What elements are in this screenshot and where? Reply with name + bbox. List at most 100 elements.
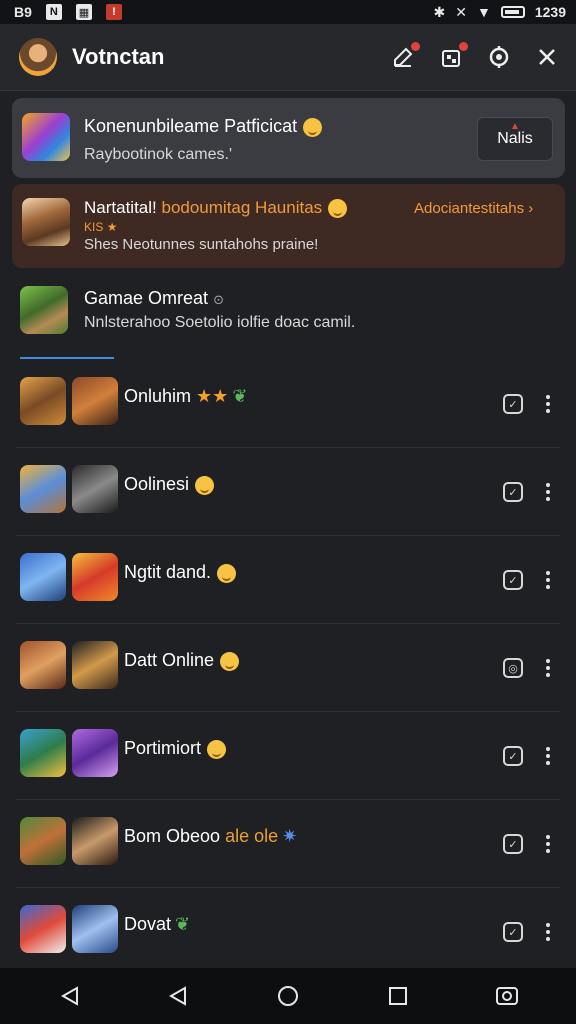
game-thumbnail — [20, 465, 66, 513]
select-checkbox[interactable]: ✓ — [503, 746, 523, 766]
camera-icon — [496, 987, 518, 1005]
list-item-title: Oolinesi — [124, 474, 190, 494]
list-item[interactable]: Datt Online ◎ — [0, 624, 576, 712]
card-link-label: Adociantestitahs — [414, 200, 525, 217]
card-subtitle: Shes Neotunnes suntahohs praine! — [84, 236, 319, 253]
game-thumbnail — [72, 641, 118, 689]
list-item-extra: ale ole — [225, 826, 279, 846]
card-highlight: bodoumitag Haunitas — [161, 198, 323, 217]
list-item[interactable]: Ngtit dand. ✓ — [0, 536, 576, 624]
picture-icon: ▦ — [75, 4, 92, 20]
select-checkbox[interactable]: ◎ — [503, 658, 523, 678]
close-button[interactable] — [534, 44, 560, 70]
game-thumbnail — [20, 286, 68, 334]
back-button[interactable] — [58, 984, 82, 1008]
nalis-button-label: Nalis — [497, 130, 533, 147]
leaf-icon: ❦ — [175, 914, 191, 934]
smile-emoji-icon — [220, 651, 240, 671]
back-alt-button[interactable] — [166, 984, 190, 1008]
game-thumbnail — [20, 905, 66, 953]
star-icon: ★★ — [196, 386, 229, 406]
home-icon — [278, 986, 298, 1006]
featured-subtitle: Nnlsterahoo Soetolio iolfie doac camil. — [84, 314, 356, 331]
featured-title: Gamae Omreat — [84, 288, 209, 308]
list-item-title: Datt Online — [124, 650, 215, 670]
card-tag: KIS — [84, 220, 104, 234]
select-checkbox[interactable]: ✓ — [503, 834, 523, 854]
card-subtitle: Raybootinok cames.' — [84, 146, 233, 163]
promo-card[interactable]: Konenunbileame Patficicat Raybootinok ca… — [12, 98, 565, 178]
game-thumbnail — [72, 553, 118, 601]
avatar[interactable] — [19, 38, 57, 76]
more-options-icon[interactable] — [540, 742, 556, 770]
notification-dot — [411, 42, 420, 51]
list-item-title: Dovat — [124, 914, 172, 934]
event-card[interactable]: Nartatital! bodoumitag Haunitas Adociant… — [12, 184, 565, 268]
featured-row[interactable]: Gamae Omreat ⊙ Nnlsterahoo Soetolio iolf… — [0, 276, 576, 356]
store-button[interactable] — [438, 42, 468, 70]
select-checkbox[interactable]: ✓ — [503, 570, 523, 590]
select-checkbox[interactable]: ✓ — [503, 482, 523, 502]
location-button[interactable] — [486, 44, 512, 70]
leaf-icon: ❦ — [232, 386, 248, 406]
game-thumbnail — [72, 465, 118, 513]
game-thumbnail — [20, 729, 66, 777]
smile-emoji-icon — [217, 563, 237, 583]
badge-icon: ▲ — [510, 121, 520, 132]
more-options-icon[interactable] — [540, 918, 556, 946]
list-item[interactable]: Onluhim ★★ ❦ ✓ — [0, 360, 576, 448]
mute-icon: ✕ — [455, 3, 467, 20]
screenshot-button[interactable] — [495, 984, 519, 1008]
page-title: Votnctan — [72, 44, 165, 69]
nalis-button[interactable]: ▲ Nalis — [477, 117, 553, 161]
game-thumbnail — [20, 817, 66, 865]
alert-icon: ! — [105, 4, 122, 20]
status-bar: B9 N ▦ ! ✱ ✕ ▼ 1239 — [0, 0, 576, 24]
battery-icon — [500, 6, 525, 18]
list-item[interactable]: Bom Obeoo ale ole ✷ ✓ — [0, 800, 576, 888]
select-checkbox[interactable]: ✓ — [503, 922, 523, 942]
smile-emoji-icon — [207, 739, 227, 759]
card-link[interactable]: Adociantestitahs › — [414, 200, 533, 217]
list-item-title: Portimiort — [124, 738, 202, 758]
game-thumbnail — [72, 817, 118, 865]
star-icon: ✷ — [282, 826, 298, 846]
game-thumbnail — [20, 553, 66, 601]
list-item[interactable]: Portimiort ✓ — [0, 712, 576, 800]
app-bar: Votnctan — [0, 24, 576, 91]
select-checkbox[interactable]: ✓ — [503, 394, 523, 414]
smile-emoji-icon — [303, 117, 323, 137]
more-options-icon[interactable] — [540, 654, 556, 682]
smile-emoji-icon — [195, 475, 215, 495]
active-tab-indicator — [20, 357, 114, 359]
card-title: Konenunbileame Patficicat — [84, 116, 298, 136]
n-icon: N — [45, 4, 62, 20]
game-thumbnail — [72, 729, 118, 777]
more-options-icon[interactable] — [540, 830, 556, 858]
close-icon — [539, 49, 555, 65]
game-thumbnail — [20, 641, 66, 689]
info-icon: ⊙ — [213, 292, 224, 307]
game-thumbnail — [72, 905, 118, 953]
more-options-icon[interactable] — [540, 390, 556, 418]
recents-icon — [389, 987, 407, 1005]
home-button[interactable] — [276, 984, 300, 1008]
game-thumbnail — [22, 198, 70, 246]
chevron-right-icon: › — [528, 200, 534, 217]
more-options-icon[interactable] — [540, 566, 556, 594]
notification-dot — [459, 42, 468, 51]
game-thumbnail — [72, 377, 118, 425]
wifi-icon: ▼ — [476, 4, 491, 20]
back-icon — [60, 986, 78, 1006]
more-options-icon[interactable] — [540, 478, 556, 506]
edit-button[interactable] — [390, 42, 420, 70]
recents-button[interactable] — [386, 984, 410, 1008]
list-item-title: Ngtit dand. — [124, 562, 212, 582]
list-item-title: Bom Obeoo — [124, 826, 221, 846]
list-item[interactable]: Oolinesi ✓ — [0, 448, 576, 536]
bluetooth-icon: ✱ — [433, 3, 446, 20]
card-title: Nartatital! — [84, 198, 157, 217]
system-nav-bar — [0, 968, 576, 1024]
list-item[interactable]: Dovat ❦ ✓ — [0, 888, 576, 976]
smile-emoji-icon — [328, 199, 348, 219]
